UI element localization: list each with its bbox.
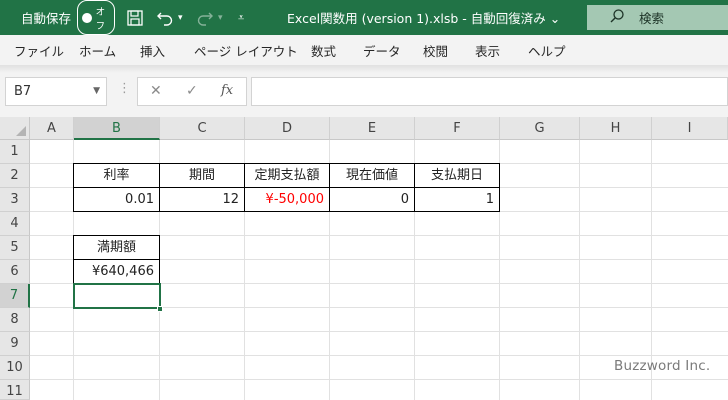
search-label: 検索 — [639, 11, 665, 26]
cell-d2[interactable]: 定期支払額 — [244, 163, 330, 188]
undo-dropdown-icon[interactable]: ▾ — [178, 0, 183, 35]
document-title: Excel関数用 (version 1).xlsb - 自動回復済み ⌄ — [287, 11, 561, 26]
tab-home[interactable]: ホーム — [79, 35, 116, 65]
tab-view[interactable]: 表示 — [475, 35, 500, 65]
cell-b6[interactable]: ¥640,466 — [73, 259, 160, 284]
column-header-d[interactable]: D — [245, 117, 330, 140]
cancel-icon[interactable]: ✕ — [150, 83, 162, 99]
tab-file[interactable]: ファイル — [14, 35, 64, 65]
row-header-6[interactable]: 6 — [0, 260, 30, 284]
row-header-9[interactable]: 9 — [0, 332, 30, 356]
autosave-label: 自動保存 — [21, 11, 72, 26]
fill-handle[interactable] — [157, 306, 163, 312]
redo-icon[interactable] — [196, 0, 214, 35]
cell-d3[interactable]: ¥-50,000 — [244, 187, 330, 212]
gridline — [30, 331, 728, 332]
row-header-1[interactable]: 1 — [0, 140, 30, 164]
select-all-button[interactable] — [0, 117, 30, 140]
cell-c3[interactable]: 12 — [159, 187, 245, 212]
row-header-3[interactable]: 3 — [0, 188, 30, 212]
name-box-value: B7 — [14, 84, 32, 99]
tab-review[interactable]: 校閲 — [423, 35, 448, 65]
watermark: Buzzword Inc. — [614, 358, 711, 374]
tab-data[interactable]: データ — [363, 35, 401, 65]
column-header-h[interactable]: H — [580, 117, 652, 140]
row-header-10[interactable]: 10 — [0, 356, 30, 380]
gridline — [30, 355, 728, 356]
formula-buttons: ✕ ✓ fx — [137, 77, 247, 106]
row-header-4[interactable]: 4 — [0, 212, 30, 236]
gridline — [30, 379, 728, 380]
formula-bar-area: B7 ▼ ⋮ ✕ ✓ fx — [0, 73, 728, 117]
cell-c2[interactable]: 期間 — [159, 163, 245, 188]
autosave-toggle[interactable]: オフ — [77, 0, 115, 35]
search-icon — [609, 8, 625, 28]
column-header-a[interactable]: A — [30, 117, 74, 140]
cell-b5[interactable]: 満期額 — [73, 235, 160, 260]
row-header-5[interactable]: 5 — [0, 236, 30, 260]
name-box[interactable]: B7 ▼ — [5, 77, 107, 106]
search-box[interactable]: 検索 — [587, 5, 728, 30]
customize-toolbar-icon[interactable]: ⩡ — [238, 0, 244, 35]
tab-help[interactable]: ヘルプ — [528, 35, 566, 65]
select-all-icon — [16, 126, 26, 136]
formula-input[interactable] — [251, 77, 728, 106]
autosave-state: オフ — [95, 6, 106, 32]
cell-b2[interactable]: 利率 — [73, 163, 160, 188]
column-header-i[interactable]: I — [652, 117, 728, 140]
column-header-c[interactable]: C — [160, 117, 245, 140]
column-header-b[interactable]: B — [74, 117, 160, 140]
undo-icon[interactable] — [156, 0, 174, 35]
title-bar: 自動保存 オフ ▾ ▾ ⩡ Excel関数用 (version 1).xlsb … — [0, 0, 728, 35]
column-header-f[interactable]: F — [415, 117, 500, 140]
ribbon-tabs: ファイル ホーム 挿入 ページ レイアウト 数式 データ 校閲 表示 ヘルプ — [0, 35, 728, 65]
ribbon-divider — [0, 65, 728, 73]
cell-f3[interactable]: 1 — [414, 187, 500, 212]
row-header-7[interactable]: 7 — [0, 284, 30, 308]
insert-function-icon[interactable]: fx — [221, 83, 233, 98]
cell-f2[interactable]: 支払期日 — [414, 163, 500, 188]
row-header-2[interactable]: 2 — [0, 164, 30, 188]
save-icon[interactable] — [126, 0, 144, 35]
cell-b3[interactable]: 0.01 — [73, 187, 160, 212]
tab-formulas[interactable]: 数式 — [311, 35, 336, 65]
column-header-e[interactable]: E — [330, 117, 415, 140]
column-header-g[interactable]: G — [500, 117, 580, 140]
row-header-8[interactable]: 8 — [0, 308, 30, 332]
tab-page-layout[interactable]: ページ レイアウト — [194, 35, 298, 65]
tab-insert[interactable]: 挿入 — [140, 35, 165, 65]
redo-dropdown-icon[interactable]: ▾ — [218, 0, 223, 35]
more-options-icon[interactable]: ⋮ — [118, 81, 131, 96]
cell-e2[interactable]: 現在価値 — [329, 163, 415, 188]
row-header-11[interactable]: 11 — [0, 380, 30, 400]
enter-icon[interactable]: ✓ — [186, 83, 198, 99]
cell-e3[interactable]: 0 — [329, 187, 415, 212]
chevron-down-icon[interactable]: ▼ — [93, 86, 100, 96]
active-cell-b7[interactable] — [73, 283, 161, 309]
gridline — [579, 140, 580, 400]
toggle-knob — [82, 12, 92, 23]
